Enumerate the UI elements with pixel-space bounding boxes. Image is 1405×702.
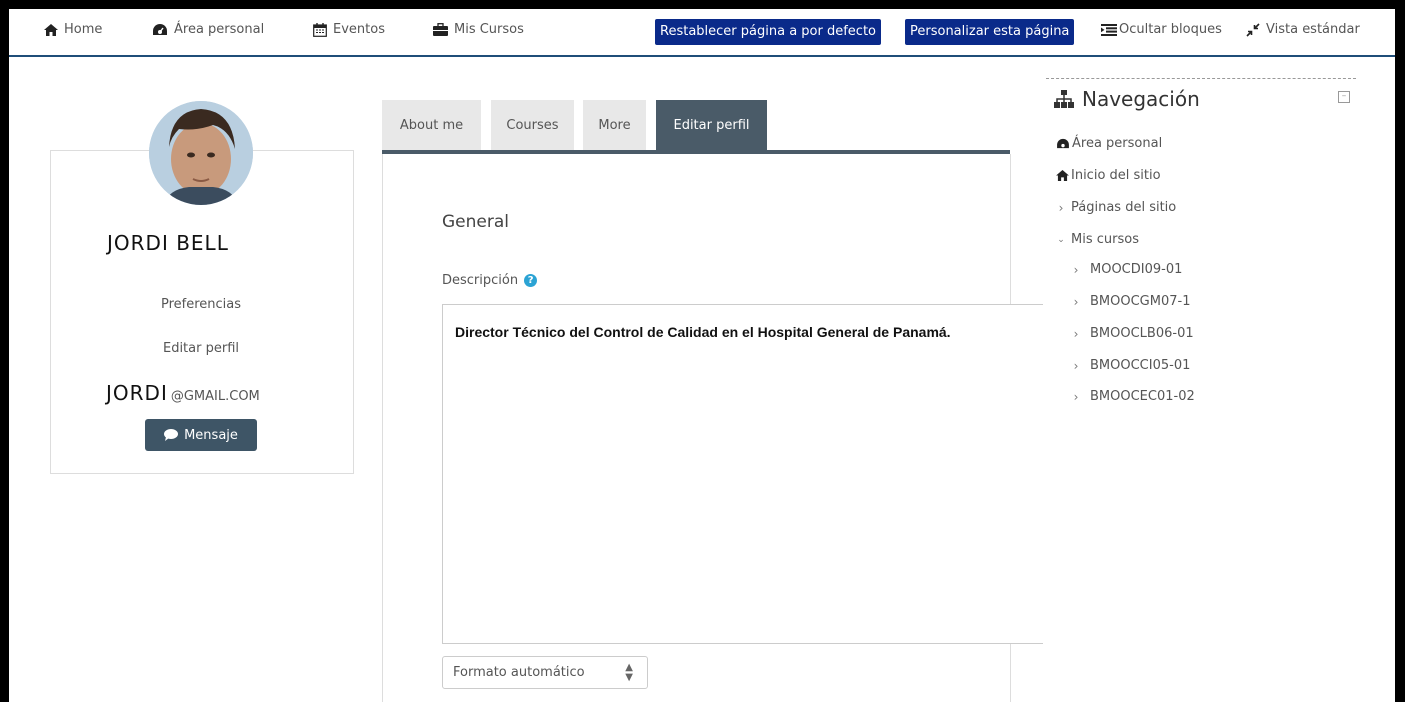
compress-icon <box>1246 22 1260 37</box>
tab-more[interactable]: More <box>583 100 646 150</box>
format-select[interactable]: Formato automático ▲ ▼ <box>442 656 648 689</box>
nav-item-area-personal[interactable]: Área personal <box>1056 136 1162 151</box>
customize-page-button[interactable]: Personalizar esta página <box>905 19 1075 45</box>
nav-area-personal-link[interactable]: Área personal <box>152 22 264 37</box>
hide-blocks-label: Ocultar bloques <box>1119 22 1222 37</box>
nav-item-inicio-sitio[interactable]: Inicio del sitio <box>1056 168 1161 183</box>
comment-icon <box>164 429 179 441</box>
dashboard-icon <box>153 24 167 35</box>
description-text[interactable]: Director Técnico del Control de Calidad … <box>455 323 995 341</box>
chevron-right-icon: › <box>1073 294 1079 309</box>
tab-courses[interactable]: Courses <box>491 100 574 150</box>
nav-home-link[interactable]: Home <box>44 22 102 37</box>
chevron-right-icon: › <box>1073 326 1079 341</box>
nav-home-label: Home <box>64 22 103 37</box>
nav-mis-cursos-label: Mis Cursos <box>454 22 524 37</box>
profile-name: JORDI BELL <box>107 231 229 255</box>
course-label: BMOOCGM07-1 <box>1090 294 1191 309</box>
nav-item-mis-cursos[interactable]: ⌄ Mis cursos <box>1056 232 1139 247</box>
nav-item-label: Área personal <box>1072 136 1163 151</box>
chevron-right-icon: › <box>1073 358 1079 373</box>
course-label: BMOOCEC01-02 <box>1090 389 1195 404</box>
navigation-title: Navegación <box>1054 87 1200 111</box>
briefcase-icon <box>433 23 448 36</box>
navigation-block <box>1046 78 1356 439</box>
chevron-right-icon: › <box>1073 262 1079 277</box>
course-label: MOOCDI09-01 <box>1090 262 1183 277</box>
course-item[interactable]: › BMOOCLB06-01 <box>1071 326 1194 341</box>
hide-blocks-link[interactable]: Ocultar bloques <box>1101 22 1222 37</box>
profile-email: JORDI @GMAIL.COM <box>106 381 260 405</box>
description-label: Descripción ? <box>442 273 538 288</box>
course-item[interactable]: › BMOOCGM07-1 <box>1071 294 1191 309</box>
nav-mis-cursos-link[interactable]: Mis Cursos <box>433 22 524 37</box>
nav-item-label: Páginas del sitio <box>1071 200 1177 215</box>
course-item[interactable]: › MOOCDI09-01 <box>1071 262 1183 277</box>
description-editor[interactable]: Director Técnico del Control de Calidad … <box>442 304 1043 644</box>
email-domain: @GMAIL.COM <box>170 389 260 404</box>
nav-area-personal-label: Área personal <box>174 22 265 37</box>
course-label: BMOOCLB06-01 <box>1090 326 1194 341</box>
select-arrows-icon: ▲ ▼ <box>625 662 633 683</box>
home-icon <box>1056 170 1069 181</box>
course-label: BMOOCCI05-01 <box>1090 358 1191 373</box>
preferences-link[interactable]: Preferencias <box>50 297 352 312</box>
navigation-title-label: Navegación <box>1082 87 1200 111</box>
reset-page-button[interactable]: Restablecer página a por defecto <box>655 19 881 45</box>
help-icon[interactable]: ? <box>524 274 538 287</box>
message-button-label: Mensaje <box>184 427 238 443</box>
email-user: JORDI <box>106 381 168 405</box>
page-frame: Home Área personal Eventos Mis Cursos Re… <box>9 9 1395 702</box>
nav-item-label: Inicio del sitio <box>1071 168 1161 183</box>
chevron-right-icon: › <box>1073 389 1079 404</box>
dashboard-icon <box>1057 138 1069 149</box>
nav-item-paginas-sitio[interactable]: › Páginas del sitio <box>1056 200 1177 215</box>
course-item[interactable]: › BMOOCCI05-01 <box>1071 358 1191 373</box>
indent-icon <box>1101 23 1117 36</box>
tab-about-me[interactable]: About me <box>382 100 481 150</box>
home-icon <box>44 23 58 36</box>
sitemap-icon <box>1054 90 1074 108</box>
chevron-right-icon: › <box>1058 200 1064 215</box>
collapse-block-icon[interactable]: – <box>1338 91 1350 103</box>
standard-view-link[interactable]: Vista estándar <box>1246 22 1360 37</box>
nav-eventos-label: Eventos <box>333 22 385 37</box>
chevron-down-icon: ⌄ <box>1057 234 1065 245</box>
course-item[interactable]: › BMOOCEC01-02 <box>1071 389 1195 404</box>
calendar-icon <box>313 22 327 37</box>
tab-editar-perfil[interactable]: Editar perfil <box>656 100 767 150</box>
nav-eventos-link[interactable]: Eventos <box>313 22 385 37</box>
top-navbar: Home Área personal Eventos Mis Cursos Re… <box>9 9 1395 57</box>
format-select-value: Formato automático <box>453 665 585 680</box>
section-title: General <box>442 212 509 232</box>
nav-item-label: Mis cursos <box>1071 232 1139 247</box>
description-label-text: Descripción <box>442 273 519 288</box>
message-button[interactable]: Mensaje <box>145 419 257 451</box>
avatar <box>149 101 253 205</box>
standard-view-label: Vista estándar <box>1266 22 1360 37</box>
edit-profile-link[interactable]: Editar perfil <box>50 341 352 356</box>
